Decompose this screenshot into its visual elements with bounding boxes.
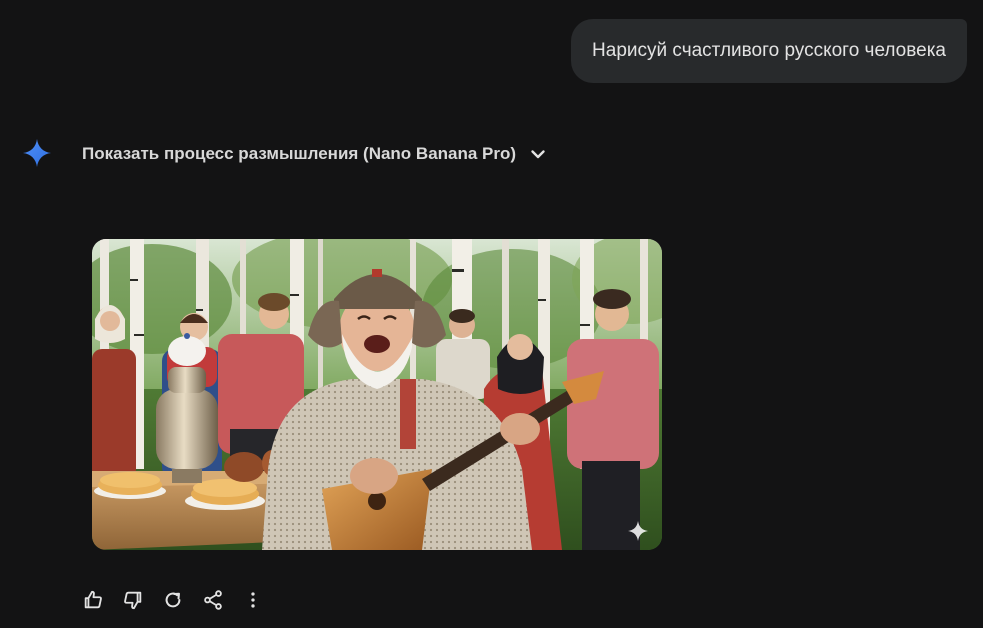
generated-image-illustration — [92, 239, 662, 550]
share-button[interactable] — [200, 587, 226, 613]
thumbs-up-icon — [84, 590, 102, 609]
thumbs-down-icon — [124, 591, 142, 610]
generated-image[interactable] — [92, 239, 662, 550]
gemini-spark-icon — [23, 139, 51, 167]
user-message-bubble: Нарисуй счастливого русского человека — [571, 19, 967, 83]
show-thinking-label: Показать процесс размышления (Nano Banan… — [82, 144, 517, 163]
user-message-text: Нарисуй счастливого русского человека — [592, 40, 946, 61]
like-button[interactable] — [80, 587, 106, 613]
chat-page: Нарисуй счастливого русского человека По… — [0, 0, 983, 628]
chevron-down-icon — [531, 150, 545, 159]
dislike-button[interactable] — [120, 587, 146, 613]
show-thinking-toggle[interactable]: Показать процесс размышления (Nano Banan… — [82, 141, 548, 167]
more-vert-icon — [251, 592, 255, 608]
share-icon — [204, 590, 222, 610]
response-actions — [80, 586, 280, 614]
more-options-button[interactable] — [240, 587, 266, 613]
refresh-icon — [165, 592, 181, 608]
regenerate-button[interactable] — [160, 587, 186, 613]
